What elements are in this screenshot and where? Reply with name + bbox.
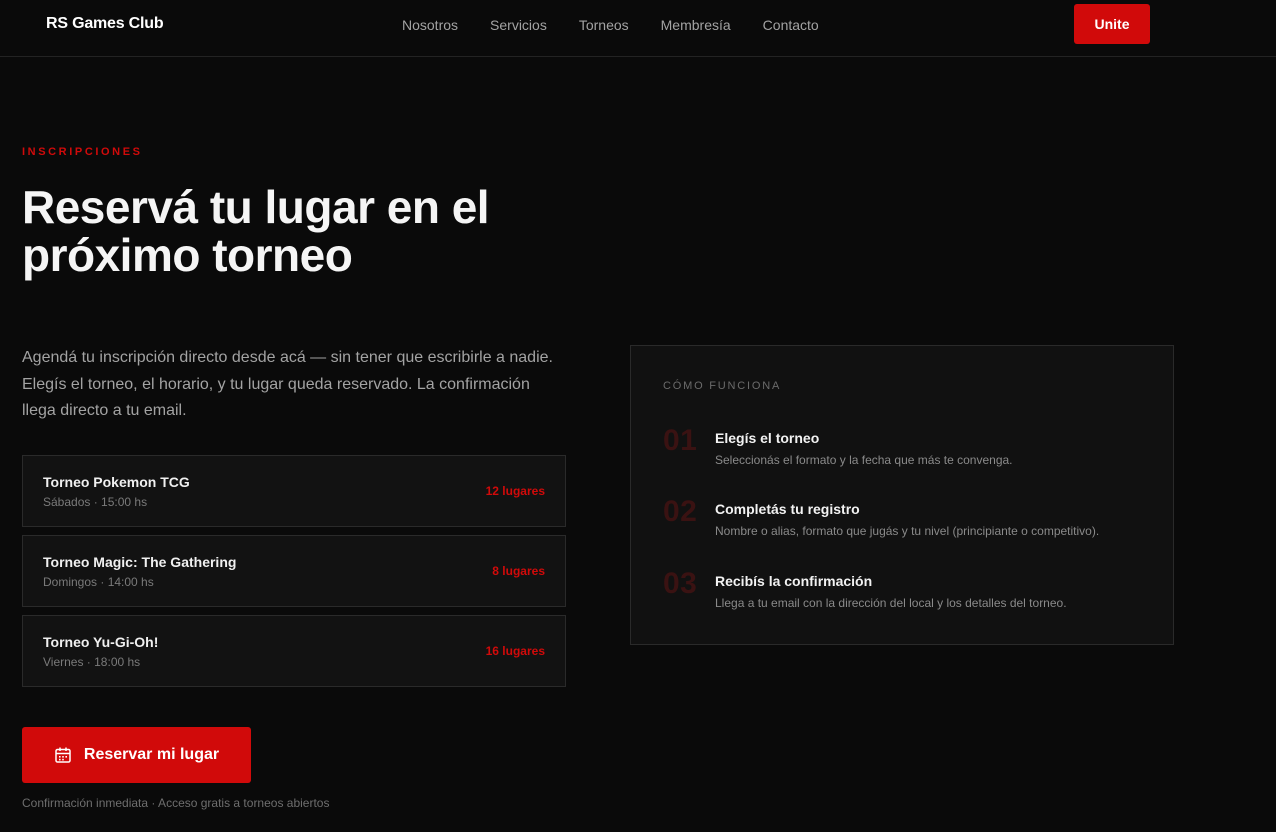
step-number: 01 xyxy=(663,424,698,457)
intro-paragraph: Agendá tu inscripción directo desde acá … xyxy=(22,349,553,419)
tournament-option-magic[interactable]: Torneo Magic: The Gathering Domingos · 1… xyxy=(22,535,566,607)
step-description: Seleccionás el formato y la fecha que má… xyxy=(715,453,1013,467)
step-description: Llega a tu email con la dirección del lo… xyxy=(715,596,1067,610)
panel-title: CÓMO FUNCIONA xyxy=(663,380,782,392)
step-title: Recibís la confirmación xyxy=(715,573,873,589)
tournament-spots-badge: 16 lugares xyxy=(485,644,545,658)
how-it-works-panel: CÓMO FUNCIONA 01 Elegís el torneo Selecc… xyxy=(630,345,1174,645)
nav-link-servicios[interactable]: Servicios xyxy=(490,16,547,34)
tournament-spots-badge: 12 lugares xyxy=(485,484,545,498)
tournament-name: Torneo Yu-Gi-Oh! xyxy=(43,634,159,650)
tournament-schedule: Sábados · 15:00 hs xyxy=(43,495,148,509)
page-title: Reservá tu lugar en el próximo torneo xyxy=(22,181,490,281)
reserve-spot-button[interactable]: Reservar mi lugar xyxy=(22,727,251,783)
step-description: Nombre o alias, formato que jugás y tu n… xyxy=(715,524,1100,538)
calendar-icon xyxy=(54,746,72,764)
section-eyebrow: INSCRIPCIONES xyxy=(22,146,143,158)
top-navigation-bar: RS Games Club Nosotros Servicios Torneos… xyxy=(0,0,1276,57)
nav-link-membresia[interactable]: Membresía xyxy=(661,16,731,34)
nav-link-torneos[interactable]: Torneos xyxy=(579,16,629,34)
tournament-schedule: Domingos · 14:00 hs xyxy=(43,575,154,589)
tournament-list: Torneo Pokemon TCG Sábados · 15:00 hs 12… xyxy=(22,455,566,695)
nav-link-contacto[interactable]: Contacto xyxy=(763,16,819,34)
tournament-name: Torneo Magic: The Gathering xyxy=(43,554,237,570)
tournament-name: Torneo Pokemon TCG xyxy=(43,474,190,490)
step-number: 03 xyxy=(663,567,698,600)
reserve-footnote: Confirmación inmediata · Acceso gratis a… xyxy=(22,796,330,810)
join-button[interactable]: Unite xyxy=(1074,4,1150,44)
tournament-schedule: Viernes · 18:00 hs xyxy=(43,655,141,669)
main-nav: Nosotros Servicios Torneos Membresía Con… xyxy=(402,16,851,34)
tournament-spots-badge: 8 lugares xyxy=(492,564,545,578)
step-number: 02 xyxy=(663,495,698,528)
tournament-option-yugioh[interactable]: Torneo Yu-Gi-Oh! Viernes · 18:00 hs 16 l… xyxy=(22,615,566,687)
step-title: Completás tu registro xyxy=(715,501,860,517)
brand-logo[interactable]: RS Games Club xyxy=(46,15,164,33)
reserve-button-label: Reservar mi lugar xyxy=(83,746,220,763)
tournament-option-pokemon[interactable]: Torneo Pokemon TCG Sábados · 15:00 hs 12… xyxy=(22,455,566,527)
nav-link-nosotros[interactable]: Nosotros xyxy=(402,16,458,34)
step-title: Elegís el torneo xyxy=(715,430,820,446)
